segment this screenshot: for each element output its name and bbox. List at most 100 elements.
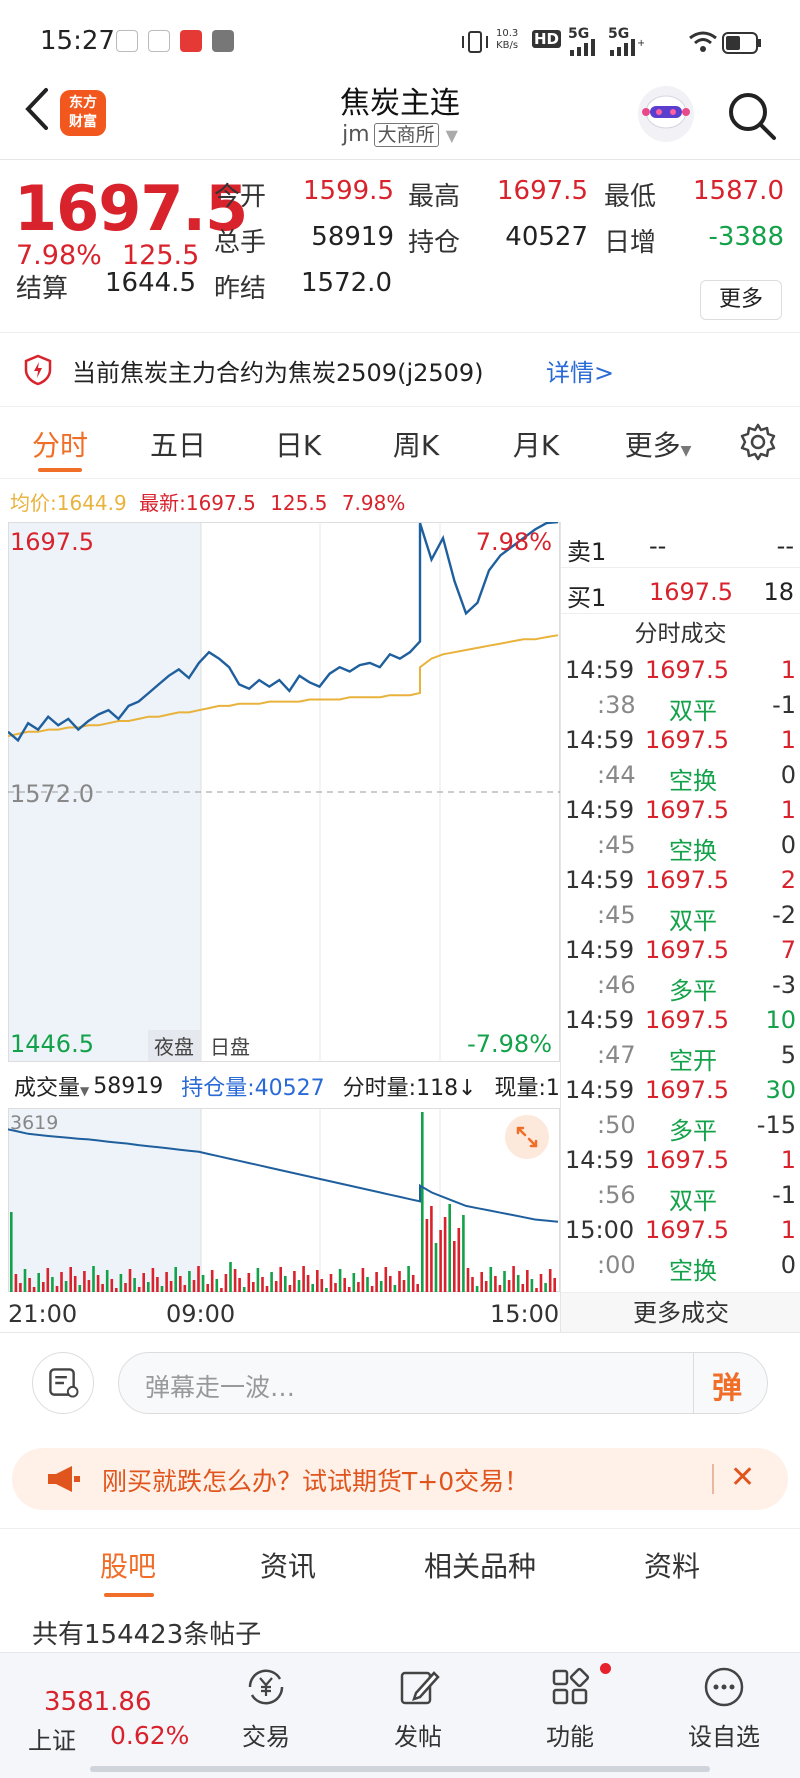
volume-bar [521,1284,525,1292]
tab-guba[interactable]: 股吧 [48,1545,208,1585]
more-trades-button[interactable]: 更多成交 [561,1292,800,1332]
sell1-price: -- [649,532,667,560]
open-interest-label: 持仓 [408,228,461,258]
tick-row: :45 双平 -2 [561,899,800,935]
status-time: 15:27 [40,26,115,56]
volume-bar [210,1270,214,1292]
volume-bar [229,1262,232,1292]
volume-bar [494,1276,497,1292]
settlement-label: 结算 [16,274,69,304]
tab-five-day[interactable]: 五日 [128,424,228,464]
post-count: 共有154423条帖子 [32,1620,262,1650]
tab-news[interactable]: 资讯 [208,1545,368,1585]
danmu-settings-icon[interactable] [32,1352,94,1414]
volume-selector[interactable]: 成交量▼ [14,1070,89,1102]
nav-add-watchlist[interactable]: 设自选 [664,1663,784,1752]
settlement-value: 1644.5 [105,268,196,298]
yuan-exchange-icon [248,1669,284,1705]
current-volume-legend: 现量:1 [494,1076,560,1101]
high-label: 最高 [408,182,461,212]
volume-bar [338,1269,342,1292]
danmu-input[interactable]: 弹幕走一波… 弹 [118,1352,768,1414]
exchange-badge: 大商所 [373,123,439,147]
tick-volume: 1 [780,726,796,754]
tab-more[interactable]: 更多▼ [608,424,708,464]
tick-type: 双平 [669,697,717,725]
tab-related[interactable]: 相关品种 [400,1545,560,1585]
ticks-list[interactable]: 14:59 1697.5 1:38 双平 -1 14:59 1697.5 1:44 空换 0 14:… [561,654,800,1285]
notice-detail-link[interactable]: 详情> [546,353,614,388]
promo-banner[interactable]: 刚买就跌怎么办？试试期货T+0交易！ ✕ [12,1448,788,1510]
tick-time: 15:00 [565,1216,635,1244]
gear-icon[interactable] [738,422,778,462]
volume-bar [179,1276,182,1292]
volume-bar [498,1285,502,1292]
tab-daily-k[interactable]: 日K [248,424,348,464]
notice-bar[interactable]: 当前焦炭主力合约为焦炭2509(j2509) 详情> [0,340,800,400]
volume-bar [407,1266,410,1292]
tick-volume: 1 [780,1146,796,1174]
volume-bar [512,1266,515,1292]
tick-type: 多平 [669,1117,717,1145]
tick-price: 1697.5 [645,726,729,754]
volume-bar [270,1272,273,1292]
expand-icon[interactable] [504,1114,550,1160]
time-axis-end: 15:00 [490,1300,560,1328]
tick-row: :00 空换 0 [561,1249,800,1285]
volume-bar [83,1271,86,1292]
chart-bottom-percent: -7.98% [467,1030,552,1058]
promo-text: 刚买就跌怎么办？试试期货T+0交易！ [102,1467,530,1496]
nav-post[interactable]: 发帖 [358,1663,478,1752]
tick-row: :47 空开 5 [561,1039,800,1075]
chart-bottom-price: 1446.5 [10,1030,94,1058]
volume-bar [297,1280,301,1292]
tick-oi-change: -1 [772,691,796,719]
volume-bar [325,1288,328,1292]
more-quote-button[interactable]: 更多 [700,280,782,320]
tick-oi-change: 5 [780,1041,796,1069]
tab-intraday[interactable]: 分时 [10,424,110,464]
nav-trade[interactable]: 交易 [206,1663,326,1752]
volume-bar [302,1266,305,1292]
volume-bar [352,1273,356,1292]
tick-price: 1697.5 [645,866,729,894]
sell1-row[interactable]: 卖1 -- -- [561,522,800,568]
section-tab-underline [104,1593,154,1597]
search-icon[interactable] [724,88,780,144]
volume-bar [480,1272,483,1292]
volume-chart[interactable]: 3619 [7,1108,560,1292]
app-notification-icon [116,30,138,52]
volume-bar [156,1277,159,1292]
volume-bar [553,1278,556,1292]
volume-bar [370,1286,374,1292]
index-ticker[interactable]: 3581.86 上证 0.62% [0,1653,200,1763]
buy1-row[interactable]: 买1 1697.5 18 [561,568,800,614]
nav-functions[interactable]: 功能 [510,1663,630,1752]
volume-bar [311,1284,314,1292]
latest-label: 最新: [139,491,186,515]
tick-volume: 1 [780,796,796,824]
tab-weekly-k[interactable]: 周K [366,424,466,464]
volume-bar [526,1270,529,1292]
danmu-send-button[interactable]: 弹 [693,1353,767,1413]
intraday-chart[interactable]: 1697.5 7.98% 1572.0 1446.5 -7.98% 夜盘 日盘 [7,520,560,1062]
tick-price: 1697.5 [645,656,729,684]
volume-bar [42,1282,45,1292]
promo-close-button[interactable]: ✕ [730,1460,755,1495]
robot-assistant-icon[interactable] [636,84,696,144]
tick-volume: 10 [765,1006,796,1034]
volume-bar [539,1274,543,1292]
index-change: 0.62% [110,1721,190,1750]
tick-seconds: :00 [597,1251,636,1279]
volume-bar [398,1271,401,1292]
latest-value: 1697.5 [185,491,256,515]
volume-bar [393,1285,397,1292]
tick-volume: 2 [780,866,796,894]
minute-volume-legend: 分时量:118↓ [342,1076,477,1101]
daily-increase-label: 日增 [604,228,657,258]
tick-price: 1697.5 [645,1146,729,1174]
tab-monthly-k[interactable]: 月K [486,424,586,464]
tab-info[interactable]: 资料 [592,1545,752,1585]
signal2-icon: + [610,38,644,56]
volume-bar [73,1276,77,1292]
